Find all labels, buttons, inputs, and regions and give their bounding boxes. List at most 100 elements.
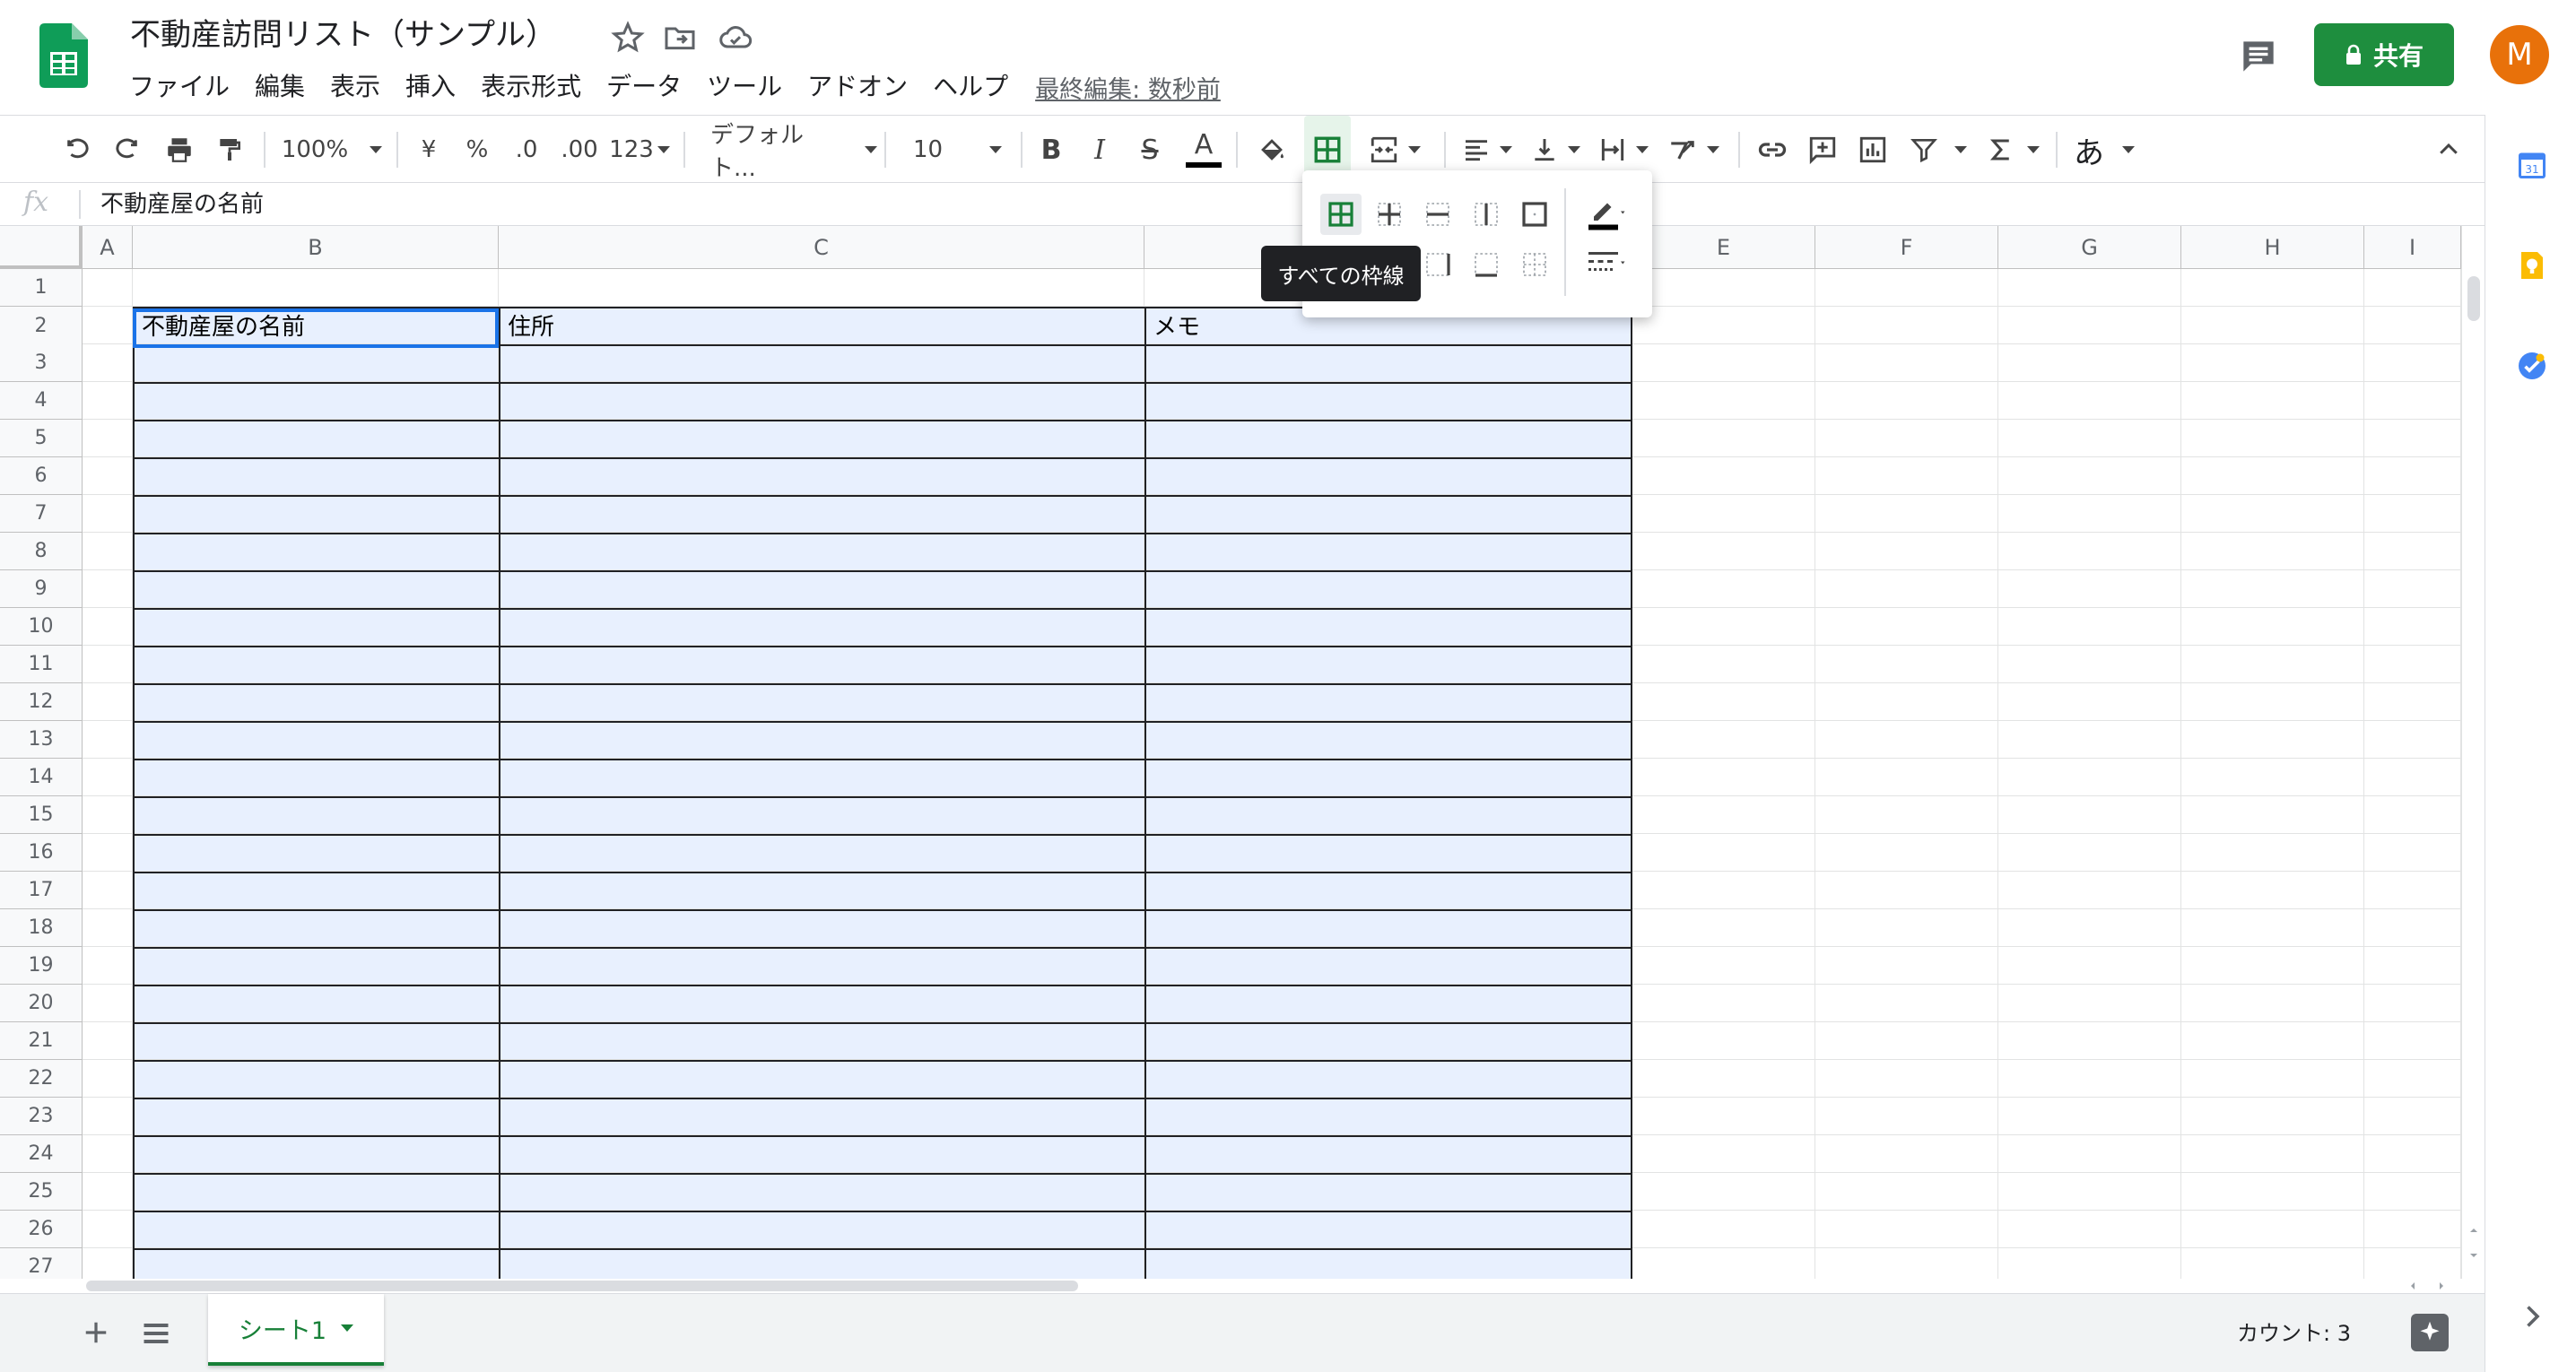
row-header-21[interactable]: 21 bbox=[0, 1022, 83, 1060]
menu-tools[interactable]: ツール bbox=[694, 66, 795, 108]
row-header-16[interactable]: 16 bbox=[0, 834, 83, 872]
vertical-borders-button[interactable] bbox=[1466, 194, 1507, 235]
chevron-right-icon[interactable] bbox=[2516, 1300, 2548, 1333]
menu-format[interactable]: 表示形式 bbox=[468, 66, 594, 108]
paint-format-button[interactable] bbox=[208, 116, 251, 184]
increase-decimal-button[interactable]: .00 bbox=[554, 116, 605, 184]
row-header-10[interactable]: 10 bbox=[0, 608, 83, 646]
horizontal-scroll-thumb[interactable] bbox=[86, 1281, 1078, 1291]
filter-button[interactable] bbox=[1902, 116, 1975, 184]
row-header-23[interactable]: 23 bbox=[0, 1098, 83, 1135]
row-header-19[interactable]: 19 bbox=[0, 947, 83, 985]
row-header-25[interactable]: 25 bbox=[0, 1173, 83, 1211]
comments-icon[interactable] bbox=[2233, 34, 2284, 79]
text-color-button[interactable]: A bbox=[1182, 116, 1225, 184]
calendar-icon[interactable]: 31 bbox=[2516, 149, 2548, 181]
row-header-9[interactable]: 9 bbox=[0, 570, 83, 608]
avatar[interactable]: M bbox=[2490, 25, 2549, 84]
formula-input[interactable]: 不動産屋の名前 bbox=[100, 188, 264, 221]
fill-color-button[interactable] bbox=[1250, 116, 1293, 184]
font-family-select[interactable]: デフォルト... bbox=[698, 116, 877, 184]
cloud-saved-icon[interactable] bbox=[718, 20, 753, 56]
move-folder-icon[interactable] bbox=[662, 20, 698, 56]
column-header-a[interactable]: A bbox=[83, 226, 133, 269]
all-borders-button[interactable] bbox=[1320, 194, 1362, 235]
document-title[interactable]: 不動産訪問リスト（サンプル） bbox=[130, 13, 556, 57]
row-header-8[interactable]: 8 bbox=[0, 533, 83, 570]
share-button[interactable]: 共有 bbox=[2314, 23, 2454, 86]
scroll-up-icon[interactable] bbox=[2467, 1223, 2481, 1237]
undo-button[interactable] bbox=[56, 116, 99, 184]
font-size-select[interactable]: 10 bbox=[899, 116, 1010, 184]
star-icon[interactable] bbox=[610, 20, 646, 56]
tasks-icon[interactable] bbox=[2516, 350, 2548, 382]
row-header-11[interactable]: 11 bbox=[0, 646, 83, 683]
functions-button[interactable] bbox=[1982, 116, 2045, 184]
row-header-3[interactable]: 3 bbox=[0, 344, 83, 382]
inner-borders-button[interactable] bbox=[1369, 194, 1410, 235]
add-sheet-button[interactable] bbox=[83, 1310, 109, 1356]
column-header-h[interactable]: H bbox=[2181, 226, 2364, 269]
horizontal-scrollbar[interactable] bbox=[0, 1279, 2461, 1293]
row-header-7[interactable]: 7 bbox=[0, 495, 83, 533]
row-header-6[interactable]: 6 bbox=[0, 457, 83, 495]
select-all-corner[interactable] bbox=[0, 226, 83, 269]
input-tools-button[interactable]: あ bbox=[2068, 116, 2140, 184]
vertical-scroll-thumb[interactable] bbox=[2467, 276, 2480, 321]
scroll-down-icon[interactable] bbox=[2467, 1248, 2481, 1263]
row-header-14[interactable]: 14 bbox=[0, 759, 83, 796]
percent-button[interactable]: % bbox=[457, 116, 497, 184]
row-header-4[interactable]: 4 bbox=[0, 382, 83, 420]
selection-count[interactable]: カウント: 3 bbox=[2237, 1317, 2351, 1350]
clear-borders-button[interactable] bbox=[1514, 244, 1555, 285]
row-header-13[interactable]: 13 bbox=[0, 721, 83, 759]
row-header-12[interactable]: 12 bbox=[0, 683, 83, 721]
cell-c2[interactable]: 住所 bbox=[500, 308, 1144, 346]
keep-icon[interactable] bbox=[2516, 249, 2548, 282]
strikethrough-button[interactable]: S bbox=[1130, 116, 1170, 184]
scroll-right-icon[interactable] bbox=[2434, 1279, 2449, 1293]
row-header-17[interactable]: 17 bbox=[0, 872, 83, 909]
bold-button[interactable]: B bbox=[1031, 116, 1071, 184]
menu-help[interactable]: ヘルプ bbox=[920, 66, 1021, 108]
text-rotation-button[interactable] bbox=[1661, 116, 1726, 184]
zoom-select[interactable]: 100% bbox=[278, 116, 386, 184]
column-header-b[interactable]: B bbox=[133, 226, 499, 269]
more-formats-select[interactable]: 123 bbox=[608, 116, 671, 184]
column-header-i[interactable]: I bbox=[2364, 226, 2461, 269]
explore-button[interactable] bbox=[2411, 1314, 2449, 1351]
column-header-f[interactable]: F bbox=[1815, 226, 1998, 269]
all-sheets-menu-icon[interactable] bbox=[140, 1316, 172, 1351]
print-button[interactable] bbox=[158, 116, 201, 184]
spreadsheet-grid[interactable]: ABCDEFGHI 123456789101112131415161718192… bbox=[0, 226, 2461, 1279]
menu-addons[interactable]: アドオン bbox=[795, 66, 920, 108]
redo-button[interactable] bbox=[106, 116, 149, 184]
border-style-button[interactable] bbox=[1579, 242, 1636, 283]
row-header-5[interactable]: 5 bbox=[0, 420, 83, 457]
scroll-left-icon[interactable] bbox=[2406, 1279, 2420, 1293]
right-border-button[interactable] bbox=[1417, 244, 1458, 285]
menu-view[interactable]: 表示 bbox=[318, 66, 393, 108]
row-header-22[interactable]: 22 bbox=[0, 1060, 83, 1098]
menu-insert[interactable]: 挿入 bbox=[393, 66, 468, 108]
collapse-toolbar-button[interactable] bbox=[2427, 116, 2470, 184]
insert-comment-button[interactable] bbox=[1801, 116, 1844, 184]
column-header-e[interactable]: E bbox=[1632, 226, 1815, 269]
outer-borders-button[interactable] bbox=[1514, 194, 1555, 235]
column-header-c[interactable]: C bbox=[499, 226, 1144, 269]
last-edit-link[interactable]: 最終編集: 数秒前 bbox=[1035, 70, 1221, 105]
decrease-decimal-button[interactable]: .0 bbox=[504, 116, 549, 184]
horizontal-borders-button[interactable] bbox=[1417, 194, 1458, 235]
currency-button[interactable]: ¥ bbox=[409, 116, 448, 184]
row-header-2[interactable]: 2 bbox=[0, 307, 83, 346]
row-header-24[interactable]: 24 bbox=[0, 1135, 83, 1173]
border-color-button[interactable] bbox=[1579, 192, 1636, 233]
row-header-26[interactable]: 26 bbox=[0, 1211, 83, 1248]
menu-file[interactable]: ファイル bbox=[117, 66, 242, 108]
column-header-g[interactable]: G bbox=[1998, 226, 2181, 269]
insert-link-button[interactable] bbox=[1751, 116, 1794, 184]
sheets-logo-icon[interactable] bbox=[39, 23, 88, 88]
insert-chart-button[interactable] bbox=[1851, 116, 1894, 184]
italic-button[interactable]: I bbox=[1080, 116, 1119, 184]
row-header-27[interactable]: 27 bbox=[0, 1248, 83, 1279]
